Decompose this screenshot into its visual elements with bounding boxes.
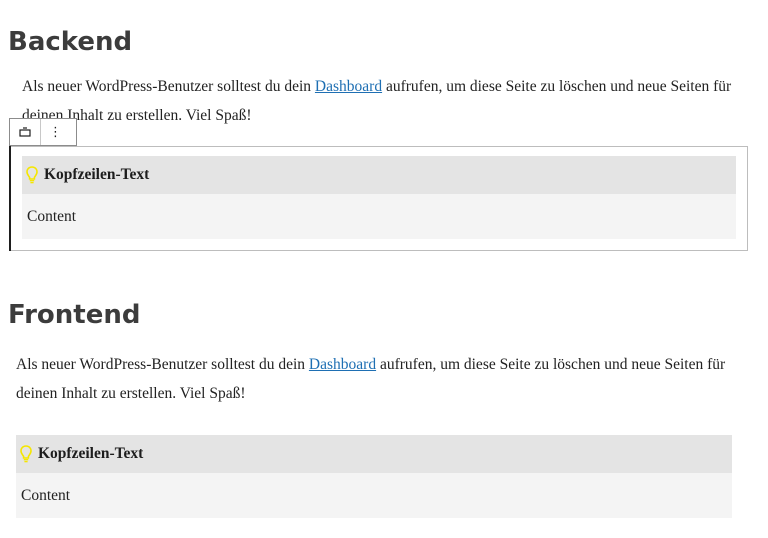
paragraph-text: Als neuer WordPress-Benutzer solltest du… — [16, 356, 309, 373]
lightbulb-icon — [26, 166, 38, 184]
box-content: Content — [22, 194, 736, 239]
block-options-button[interactable]: ⋮ — [40, 119, 70, 145]
dashboard-link[interactable]: Dashboard — [315, 78, 382, 95]
box-header: Kopfzeilen-Text — [22, 156, 736, 194]
block-type-button[interactable] — [10, 119, 40, 145]
box-header: Kopfzeilen-Text — [16, 435, 732, 473]
backend-paragraph[interactable]: Als neuer WordPress-Benutzer solltest du… — [22, 72, 738, 130]
paragraph-text: Als neuer WordPress-Benutzer solltest du… — [22, 78, 315, 95]
box-content: Content — [16, 473, 732, 518]
box-title: Kopfzeilen-Text — [44, 166, 150, 183]
more-vertical-icon: ⋮ — [49, 124, 62, 140]
backend-header-box: Kopfzeilen-Text Content — [22, 156, 736, 239]
dashboard-link[interactable]: Dashboard — [309, 356, 376, 373]
box-content-text: Content — [21, 486, 71, 504]
block-selection-edge — [9, 146, 11, 251]
lightbulb-icon — [20, 445, 32, 463]
frontend-heading: Frontend — [8, 300, 141, 330]
box-content-text: Content — [27, 207, 77, 225]
box-title: Kopfzeilen-Text — [38, 445, 144, 462]
frontend-paragraph: Als neuer WordPress-Benutzer solltest du… — [16, 350, 732, 408]
backend-heading: Backend — [8, 27, 133, 57]
block-toolbar: ⋮ — [9, 118, 77, 146]
frontend-header-box: Kopfzeilen-Text Content — [16, 435, 732, 518]
block-icon — [19, 127, 31, 137]
